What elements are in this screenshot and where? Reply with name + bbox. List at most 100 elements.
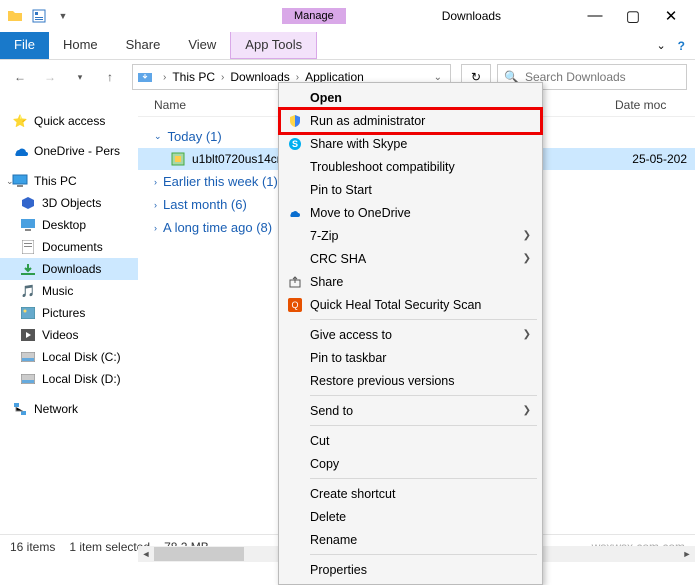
help-icon[interactable]: ?: [678, 39, 685, 53]
ctx-label: Create shortcut: [310, 487, 395, 501]
scroll-left-button[interactable]: ◄: [138, 546, 154, 562]
minimize-button[interactable]: —: [585, 7, 605, 25]
tab-home[interactable]: Home: [49, 32, 112, 59]
submenu-arrow-icon: ❯: [523, 253, 531, 264]
ctx-label: Copy: [310, 457, 339, 471]
scroll-thumb[interactable]: [154, 547, 244, 561]
ctx-share[interactable]: Share: [282, 270, 539, 293]
sidebar-label: Videos: [42, 328, 78, 342]
sidebar-label: Downloads: [42, 262, 101, 276]
tab-share[interactable]: Share: [112, 32, 175, 59]
separator: [310, 395, 537, 396]
quickheal-icon: Q: [286, 296, 304, 314]
ctx-label: Share with Skype: [310, 137, 407, 151]
ctx-label: Move to OneDrive: [310, 206, 411, 220]
sidebar-downloads[interactable]: Downloads: [0, 258, 138, 280]
sidebar-label: Local Disk (D:): [42, 372, 121, 386]
sidebar-pictures[interactable]: Pictures: [0, 302, 138, 324]
ctx-label: Restore previous versions: [310, 374, 455, 388]
navigation-pane: ⭐ Quick access OneDrive - Pers ⌄This PC 3…: [0, 94, 138, 534]
ctx-create-shortcut[interactable]: Create shortcut: [282, 482, 539, 505]
chevron-down-icon: ⌄: [154, 131, 162, 142]
sidebar-music[interactable]: 🎵Music: [0, 280, 138, 302]
desktop-icon: [20, 217, 36, 233]
forward-button[interactable]: →: [38, 65, 62, 89]
sidebar-label: Pictures: [42, 306, 85, 320]
ctx-label: Send to: [310, 404, 353, 418]
sidebar-local-disk-c[interactable]: Local Disk (C:): [0, 346, 138, 368]
ctx-pin-start[interactable]: Pin to Start: [282, 178, 539, 201]
ctx-cut[interactable]: Cut: [282, 429, 539, 452]
file-date: 25-05-202: [632, 152, 695, 166]
ctx-run-as-admin[interactable]: Run as administrator: [282, 109, 539, 132]
file-tab[interactable]: File: [0, 32, 49, 59]
skype-icon: S: [286, 135, 304, 153]
drive-icon: [20, 371, 36, 387]
context-menu: Open Run as administrator S Share with Sk…: [278, 82, 543, 585]
ctx-open[interactable]: Open: [282, 86, 539, 109]
group-label: A long time ago (8): [163, 220, 272, 235]
up-button[interactable]: ↑: [98, 65, 122, 89]
ribbon: File Home Share View App Tools ⌄ ?: [0, 32, 695, 60]
back-button[interactable]: ←: [8, 65, 32, 89]
sidebar-label: OneDrive - Pers: [34, 144, 120, 158]
sidebar-label: Quick access: [34, 114, 105, 128]
ctx-share-skype[interactable]: S Share with Skype: [282, 132, 539, 155]
address-dropdown-icon[interactable]: ⌄: [430, 72, 446, 83]
chevron-right-icon[interactable]: ›: [217, 72, 228, 83]
ribbon-context-header: Manage: [282, 8, 346, 24]
close-button[interactable]: ✕: [661, 7, 681, 25]
sidebar-label: Desktop: [42, 218, 86, 232]
quick-access-toolbar: ▼: [6, 7, 72, 25]
ctx-label: Cut: [310, 434, 329, 448]
status-item-count: 16 items: [10, 540, 55, 554]
download-folder-icon: [137, 68, 155, 86]
tab-view[interactable]: View: [174, 32, 230, 59]
ctx-7zip[interactable]: 7-Zip❯: [282, 224, 539, 247]
qat-dropdown-icon[interactable]: ▼: [54, 7, 72, 25]
sidebar-videos[interactable]: Videos: [0, 324, 138, 346]
star-icon: ⭐: [12, 113, 28, 129]
scroll-right-button[interactable]: ►: [679, 546, 695, 562]
maximize-button[interactable]: ▢: [623, 7, 643, 25]
ctx-pin-taskbar[interactable]: Pin to taskbar: [282, 346, 539, 369]
sidebar-3d-objects[interactable]: 3D Objects: [0, 192, 138, 214]
ctx-label: Open: [310, 91, 342, 105]
sidebar-network[interactable]: Network: [0, 398, 138, 420]
sidebar-this-pc[interactable]: ⌄This PC: [0, 170, 138, 192]
sidebar-quick-access[interactable]: ⭐ Quick access: [0, 110, 138, 132]
chevron-right-icon[interactable]: ›: [292, 72, 303, 83]
ctx-troubleshoot[interactable]: Troubleshoot compatibility: [282, 155, 539, 178]
shield-icon: [286, 112, 304, 130]
network-icon: [12, 401, 28, 417]
recent-locations-dropdown[interactable]: ▾: [68, 65, 92, 89]
sidebar-desktop[interactable]: Desktop: [0, 214, 138, 236]
column-date[interactable]: Date moc: [615, 98, 695, 112]
ctx-delete[interactable]: Delete: [282, 505, 539, 528]
ctx-give-access[interactable]: Give access to❯: [282, 323, 539, 346]
installer-icon: [170, 151, 186, 167]
ctx-crc-sha[interactable]: CRC SHA ❯: [282, 247, 539, 270]
cloud-icon: [286, 204, 304, 222]
chevron-right-icon[interactable]: ›: [159, 72, 170, 83]
ctx-send-to[interactable]: Send to❯: [282, 399, 539, 422]
ribbon-expand-icon[interactable]: ⌄: [656, 39, 665, 52]
share-icon: [286, 273, 304, 291]
ctx-copy[interactable]: Copy: [282, 452, 539, 475]
ctx-rename[interactable]: Rename: [282, 528, 539, 551]
sidebar-local-disk-d[interactable]: Local Disk (D:): [0, 368, 138, 390]
group-label: Today (1): [168, 129, 222, 144]
ctx-quickheal[interactable]: QQuick Heal Total Security Scan: [282, 293, 539, 316]
sidebar-documents[interactable]: Documents: [0, 236, 138, 258]
properties-icon[interactable]: [30, 7, 48, 25]
sidebar-onedrive[interactable]: OneDrive - Pers: [0, 140, 138, 162]
ctx-label: 7-Zip: [310, 229, 338, 243]
ctx-properties[interactable]: Properties: [282, 558, 539, 581]
ctx-restore-versions[interactable]: Restore previous versions: [282, 369, 539, 392]
ctx-label: CRC SHA: [310, 252, 366, 266]
tab-app-tools[interactable]: App Tools: [230, 32, 317, 59]
ctx-label: Rename: [310, 533, 357, 547]
ctx-move-onedrive[interactable]: Move to OneDrive: [282, 201, 539, 224]
breadcrumb-thispc[interactable]: This PC: [170, 70, 217, 84]
expand-icon[interactable]: ⌄: [6, 176, 14, 187]
